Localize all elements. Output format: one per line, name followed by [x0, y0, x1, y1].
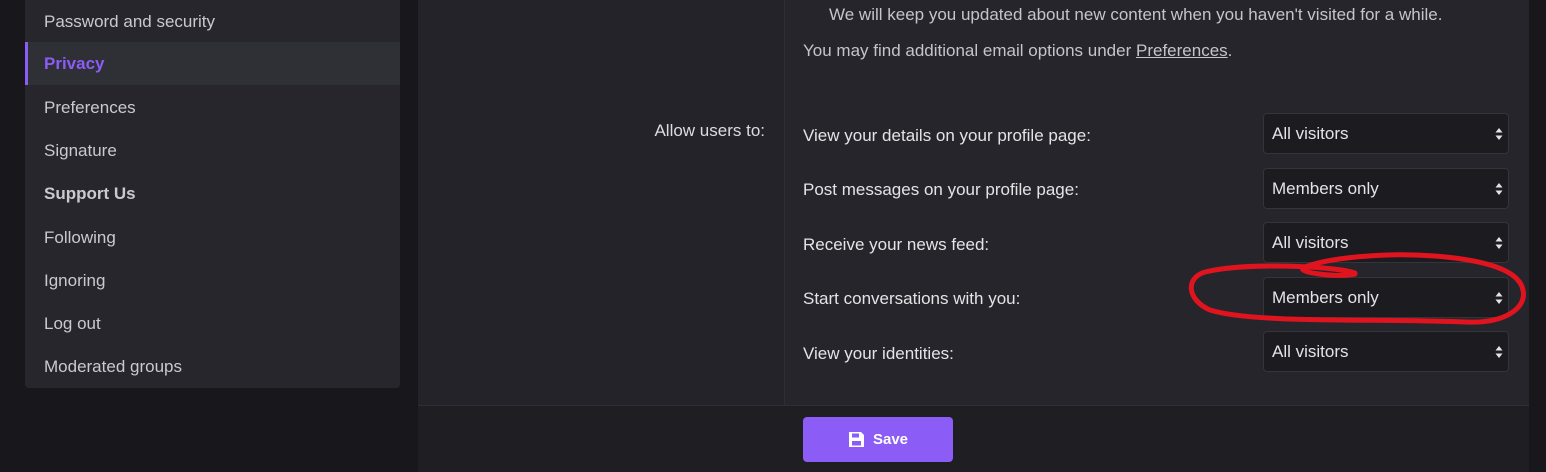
sidebar-item-privacy[interactable]: Privacy	[25, 42, 400, 85]
floppy-disk-icon	[848, 432, 864, 447]
select-updown-icon	[1495, 128, 1503, 140]
email-options-text: You may find additional email options un…	[803, 41, 1132, 60]
select-value: All visitors	[1272, 124, 1349, 143]
sidebar-item-signature[interactable]: Signature	[25, 129, 400, 172]
select-updown-icon	[1495, 183, 1503, 195]
account-sidebar: Password and security Privacy Preference…	[25, 0, 400, 388]
setting-label-start-conversations: Start conversations with you:	[803, 289, 1021, 308]
form-footer	[418, 405, 1529, 472]
start-conversations-select[interactable]: Members only	[1263, 277, 1509, 318]
preferences-link[interactable]: Preferences	[1136, 41, 1228, 60]
setting-label-post-messages: Post messages on your profile page:	[803, 180, 1079, 199]
select-value: Members only	[1272, 288, 1379, 307]
select-value: All visitors	[1272, 342, 1349, 361]
sidebar-item-ignoring[interactable]: Ignoring	[25, 259, 400, 302]
page-gutter	[1529, 0, 1546, 472]
select-updown-icon	[1495, 346, 1503, 358]
save-label: Save	[872, 431, 909, 448]
select-value: All visitors	[1272, 233, 1349, 252]
sidebar-item-following[interactable]: Following	[25, 216, 400, 259]
setting-label-view-details: View your details on your profile page:	[803, 126, 1091, 145]
email-options-note: You may find additional email options un…	[803, 41, 1232, 61]
page: Password and security Privacy Preference…	[0, 0, 1546, 472]
sidebar-item-preferences[interactable]: Preferences	[25, 86, 400, 129]
email-options-suffix: .	[1227, 41, 1233, 60]
news-feed-select[interactable]: All visitors	[1263, 222, 1509, 263]
sidebar-item-moderated-groups[interactable]: Moderated groups	[25, 345, 400, 388]
setting-label-view-identities: View your identities:	[803, 344, 954, 363]
select-updown-icon	[1495, 292, 1503, 304]
column-divider	[784, 0, 785, 405]
view-identities-select[interactable]: All visitors	[1263, 331, 1509, 372]
sidebar-item-support-us[interactable]: Support Us	[25, 172, 400, 215]
view-details-select[interactable]: All visitors	[1263, 113, 1509, 154]
allow-users-label: Allow users to:	[654, 121, 765, 140]
setting-label-news-feed: Receive your news feed:	[803, 235, 990, 254]
select-value: Members only	[1272, 179, 1379, 198]
sidebar-item-password-security[interactable]: Password and security	[25, 0, 400, 43]
save-button[interactable]: Save	[803, 417, 953, 462]
sidebar-item-log-out[interactable]: Log out	[25, 302, 400, 345]
select-updown-icon	[1495, 237, 1503, 249]
post-messages-select[interactable]: Members only	[1263, 168, 1509, 209]
updates-note: We will keep you updated about new conte…	[829, 5, 1443, 24]
